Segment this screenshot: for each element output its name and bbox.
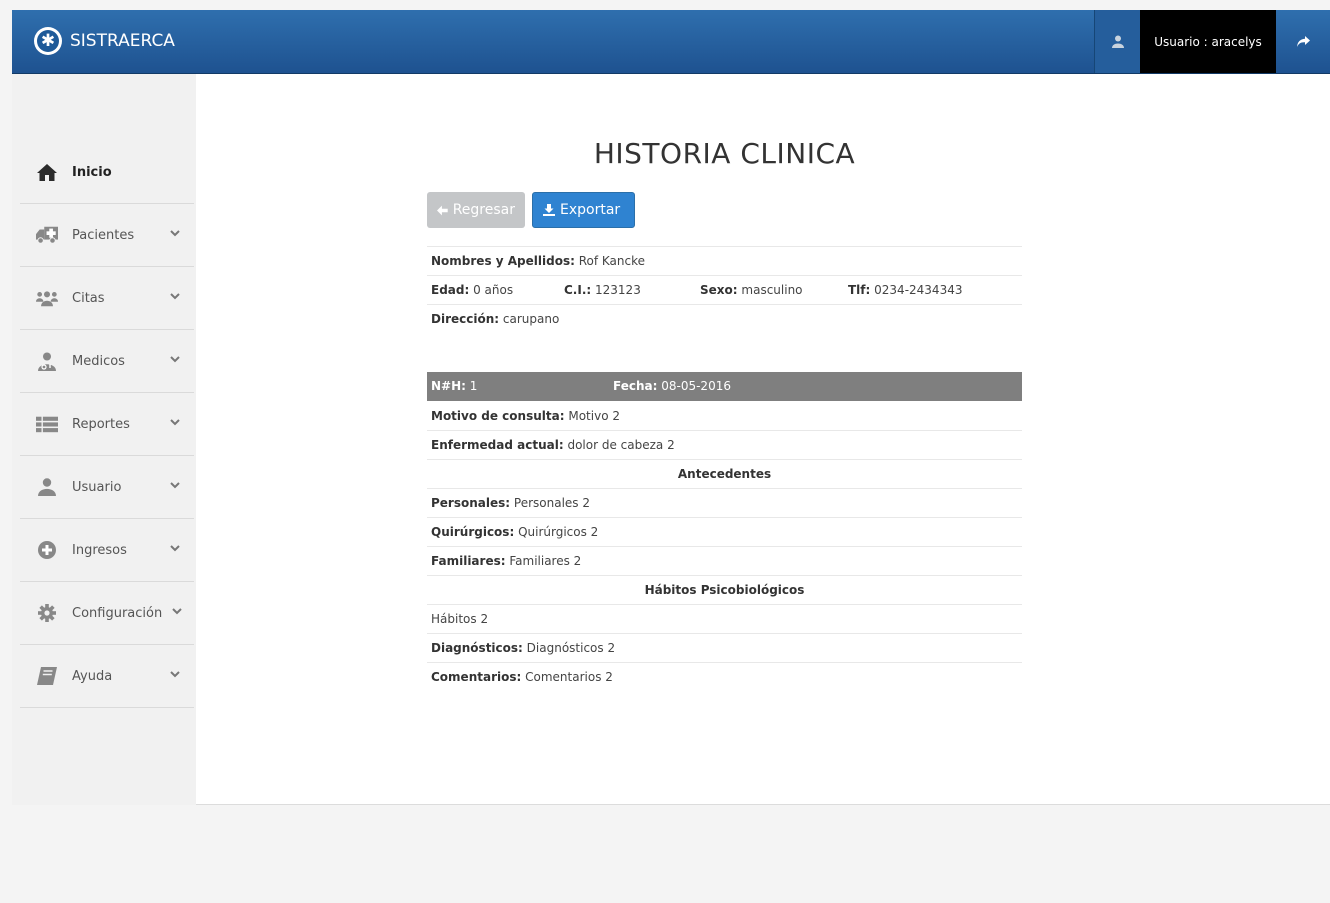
sidebar-menu: Inicio Pacientes Citas Medicos Reportes …	[20, 142, 194, 708]
share-icon	[1296, 36, 1310, 47]
plus-circle-icon	[36, 541, 58, 559]
sidebar-item-ingresos[interactable]: Ingresos	[20, 519, 194, 582]
personales-row: Personales: Personales 2	[427, 488, 1022, 517]
comentarios-row: Comentarios: Comentarios 2	[427, 662, 1022, 691]
chevron-down-icon	[172, 608, 182, 615]
star-of-life-icon	[34, 27, 62, 55]
sidebar-item-usuario[interactable]: Usuario	[20, 456, 194, 519]
address-label: Dirección:	[431, 312, 500, 326]
sidebar-item-citas[interactable]: Citas	[20, 267, 194, 330]
quirurgicos-label: Quirúrgicos:	[431, 525, 515, 539]
sidebar-item-reportes[interactable]: Reportes	[20, 393, 194, 456]
patient-name-row: Nombres y Apellidos: Rof Kancke	[427, 246, 1022, 275]
comentarios-label: Comentarios:	[431, 670, 522, 684]
brand-name: SISTRAERCA	[70, 31, 175, 51]
patient-name: Rof Kancke	[578, 254, 646, 268]
chevron-down-icon	[170, 671, 180, 678]
username-label: Usuario : aracelys	[1140, 10, 1276, 73]
patient-phone: 0234-2434343	[874, 283, 963, 297]
patient-address-row: Dirección: carupano	[427, 304, 1022, 333]
diagnosticos-label: Diagnósticos:	[431, 641, 523, 655]
patient-ci: 123123	[595, 283, 641, 297]
home-icon	[36, 164, 58, 182]
sidebar-item-label: Configuración	[72, 605, 163, 621]
sidebar-item-label: Usuario	[72, 479, 122, 495]
sidebar-item-medicos[interactable]: Medicos	[20, 330, 194, 393]
nh-label: N#H:	[431, 379, 466, 393]
quirurgicos-value: Quirúrgicos 2	[518, 525, 599, 539]
export-button[interactable]: Exportar	[532, 192, 635, 228]
record-nh: 1	[469, 379, 478, 393]
chevron-down-icon	[170, 293, 180, 300]
date-label: Fecha:	[613, 379, 658, 393]
record-date: 08-05-2016	[661, 379, 731, 393]
back-button[interactable]: Regresar	[427, 192, 525, 228]
comentarios-value: Comentarios 2	[525, 670, 613, 684]
user-icon	[36, 478, 58, 496]
personales-value: Personales 2	[513, 496, 591, 510]
brand[interactable]: SISTRAERCA	[34, 10, 175, 72]
sidebar-item-ayuda[interactable]: Ayuda	[20, 645, 194, 708]
familiares-row: Familiares: Familiares 2	[427, 546, 1022, 575]
familiares-label: Familiares:	[431, 554, 506, 568]
sidebar-item-label: Citas	[72, 290, 105, 306]
top-navbar: SISTRAERCA Usuario : aracelys	[12, 10, 1330, 74]
book-icon	[36, 667, 58, 685]
sidebar-item-label: Reportes	[72, 416, 130, 432]
list-icon	[36, 415, 58, 433]
chevron-down-icon	[170, 419, 180, 426]
download-icon	[543, 204, 555, 216]
patient-sex: masculino	[741, 283, 803, 297]
user-icon[interactable]	[1094, 10, 1140, 73]
arrow-left-icon	[437, 205, 448, 215]
gear-icon	[36, 604, 58, 622]
age-label: Edad:	[431, 283, 470, 297]
personales-label: Personales:	[431, 496, 511, 510]
diagnosticos-row: Diagnósticos: Diagnósticos 2	[427, 633, 1022, 662]
sidebar-item-label: Pacientes	[72, 227, 135, 243]
chevron-down-icon	[170, 482, 180, 489]
navbar-right: Usuario : aracelys	[1094, 10, 1330, 73]
motivo-row: Motivo de consulta: Motivo 2	[427, 401, 1022, 430]
sex-label: Sexo:	[700, 283, 738, 297]
diagnosticos-value: Diagnósticos 2	[526, 641, 616, 655]
enfermedad-value: dolor de cabeza 2	[567, 438, 675, 452]
quirurgicos-row: Quirúrgicos: Quirúrgicos 2	[427, 517, 1022, 546]
sidebar-item-label: Medicos	[72, 353, 125, 369]
patient-details-row: Edad: 0 años C.I.: 123123 Sexo: masculin…	[427, 275, 1022, 304]
sidebar-item-pacientes[interactable]: Pacientes	[20, 204, 194, 267]
back-button-label: Regresar	[452, 202, 515, 218]
export-button-label: Exportar	[560, 202, 621, 218]
record-header: N#H: 1 Fecha: 08-05-2016	[427, 372, 1022, 401]
patient-address: carupano	[502, 312, 560, 326]
logout-button[interactable]	[1276, 10, 1330, 73]
chevron-down-icon	[170, 356, 180, 363]
ci-label: C.I.:	[564, 283, 592, 297]
motivo-label: Motivo de consulta:	[431, 408, 565, 423]
doctor-icon	[36, 352, 58, 371]
chevron-down-icon	[170, 545, 180, 552]
familiares-value: Familiares 2	[509, 554, 582, 568]
patient-age: 0 años	[473, 283, 514, 297]
enfermedad-row: Enfermedad actual: dolor de cabeza 2	[427, 430, 1022, 459]
sidebar-item-label: Inicio	[72, 165, 112, 180]
antecedentes-heading: Antecedentes	[427, 459, 1022, 488]
sidebar-item-label: Ingresos	[72, 542, 127, 558]
enfermedad-label: Enfermedad actual:	[431, 438, 564, 452]
sidebar-item-label: Ayuda	[72, 668, 113, 684]
habitos-row: Hábitos 2	[427, 604, 1022, 633]
habitos-heading: Hábitos Psicobiológicos	[427, 575, 1022, 604]
sidebar-item-inicio[interactable]: Inicio	[20, 142, 194, 204]
phone-label: Tlf:	[848, 283, 871, 297]
sidebar-item-configuracion[interactable]: Configuración	[20, 582, 194, 645]
page-title: HISTORIA CLINICA	[593, 137, 856, 170]
ambulance-icon	[36, 226, 58, 244]
users-icon	[36, 289, 58, 307]
motivo-value: Motivo 2	[568, 408, 620, 423]
panel-divider	[196, 804, 1330, 805]
name-label: Nombres y Apellidos:	[431, 254, 575, 268]
habitos-value: Hábitos 2	[431, 612, 489, 626]
chevron-down-icon	[170, 230, 180, 237]
